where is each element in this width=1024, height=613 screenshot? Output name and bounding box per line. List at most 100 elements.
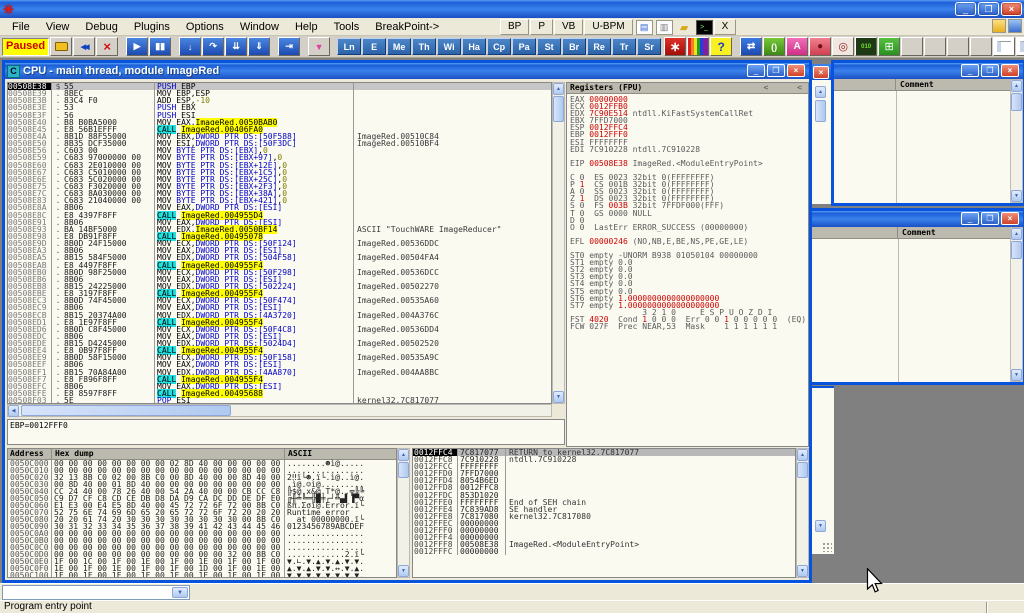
spiral-button[interactable]: ◎ (832, 37, 854, 56)
binary-button[interactable]: 010 (855, 37, 877, 56)
open-file-button[interactable] (50, 37, 72, 56)
ascii-mode-button[interactable]: A (786, 37, 808, 56)
register-line[interactable]: EIP 00508E38 ImageRed.<ModuleEntryPoint> (570, 160, 808, 167)
column-comment[interactable]: Comment (898, 227, 1023, 238)
menu-button-u-bpm[interactable]: U-BPM (584, 19, 632, 35)
cpu-window-titlebar[interactable]: C CPU - main thread, module ImageRed _ ❐… (5, 63, 809, 79)
help-button[interactable]: ? (710, 37, 732, 56)
step-into-button[interactable]: ↓ (179, 37, 201, 56)
folder-icon[interactable]: ▰ (676, 20, 693, 35)
register-line[interactable]: EDI 7C910228 ntdll.7C910228 (570, 146, 808, 153)
record-button[interactable]: ● (809, 37, 831, 56)
register-line[interactable]: FCW 027F Prec NEAR,53 Mask 1 1 1 1 1 1 (570, 323, 808, 330)
stack-row[interactable]: 0012FFFC00000000 (413, 548, 795, 555)
dump-header-ascii[interactable]: ASCII (285, 449, 396, 459)
window-mode-button[interactable]: ⊞ (878, 37, 900, 56)
scrollbar[interactable]: ▲ ▼ (1010, 227, 1023, 382)
scroll-up-icon[interactable]: ▲ (1011, 228, 1022, 240)
scrollbar-thumb[interactable] (815, 100, 826, 122)
register-line[interactable]: T 0 GS 0000 NULL (570, 210, 808, 217)
run-button[interactable]: ▶ (126, 37, 148, 56)
scroll-up-icon[interactable]: ▲ (797, 449, 808, 461)
console-icon[interactable]: >_ (696, 20, 713, 35)
dump-header-hex[interactable]: Hex dump (52, 449, 285, 459)
disassembly-scrollbar[interactable]: ▲ ▼ (552, 82, 565, 404)
info-pane[interactable]: EBP=0012FFF0 (7, 419, 565, 445)
window-button-th[interactable]: Th (412, 38, 436, 55)
minimize-icon[interactable]: _ (961, 212, 979, 225)
stack-pane[interactable]: 0012FFC47C817077RETURN to kernel32.7C817… (412, 448, 796, 578)
dump-row[interactable]: 0050C1001F 00 1F 00 1F 00 1F 00 1F 00 1F… (8, 572, 396, 578)
step-over-button[interactable]: ↷ (202, 37, 224, 56)
menu-item-view[interactable]: View (38, 19, 78, 35)
restore-button[interactable]: ❐ (978, 2, 999, 16)
panel-layout-button[interactable] (1016, 37, 1024, 56)
close-icon[interactable]: × (813, 66, 829, 79)
close-button[interactable]: × (1001, 2, 1022, 16)
minimize-icon[interactable]: _ (747, 64, 765, 77)
dump-pane[interactable]: Address Hex dump ASCII 0050C00000 00 00 … (7, 448, 397, 578)
scrollbar-thumb[interactable] (398, 462, 409, 478)
scroll-down-icon[interactable]: ▼ (1011, 369, 1022, 381)
close-icon[interactable]: × (787, 64, 805, 77)
notes-icon[interactable]: ▤ (636, 20, 653, 35)
scrollbar[interactable]: ▲ ▼ (1010, 79, 1023, 203)
disasm-row[interactable]: 00508E3B.83C4 F0ADD ESP,-10 (8, 97, 551, 104)
scroll-up-icon[interactable]: ▲ (553, 83, 564, 95)
menu-item-help[interactable]: Help (287, 19, 326, 35)
disassembly-hscrollbar[interactable]: ◀ (7, 404, 552, 417)
window-button-br[interactable]: Br (562, 38, 586, 55)
animate-into-button[interactable]: ⇊ (225, 37, 247, 56)
window-button-tr[interactable]: Tr (612, 38, 636, 55)
menu-item-tools[interactable]: Tools (326, 19, 368, 35)
minimize-icon[interactable]: _ (961, 64, 979, 77)
close-icon[interactable]: × (1001, 64, 1019, 77)
register-line[interactable]: EFL 00000246 (NO,NB,E,BE,NS,PE,GE,LE) (570, 238, 808, 245)
go-to-address-button[interactable]: ▼ (308, 37, 330, 56)
dump-header-address[interactable]: Address (8, 449, 52, 459)
restart-button[interactable]: ◀◀ (73, 37, 95, 56)
menu-item-plugins[interactable]: Plugins (126, 19, 178, 35)
scrollbar-thumb[interactable] (21, 405, 231, 416)
window-button-wi[interactable]: Wi (437, 38, 461, 55)
disasm-row[interactable]: 00508E3E.53PUSH EBX (8, 104, 551, 111)
scrollbar-thumb[interactable] (797, 462, 808, 478)
document-icon[interactable]: ▥ (656, 20, 673, 35)
window-button-me[interactable]: Me (387, 38, 411, 55)
minimize-button[interactable]: _ (955, 2, 976, 16)
appearance-button[interactable]: ∗ (664, 37, 686, 56)
disasm-row[interactable]: 00508F03.5EPOP ESIkernel32.7C817077 (8, 397, 551, 404)
registers-pane[interactable]: Registers (FPU) < < EAX 00000000ECX 0012… (566, 82, 809, 447)
registers-header-arrows[interactable]: < < (763, 83, 808, 93)
restore-icon[interactable]: ❐ (981, 212, 999, 225)
resize-grip[interactable] (822, 542, 832, 552)
comment-window-2-titlebar[interactable]: _ ❐ × (812, 211, 1023, 227)
chevron-down-icon[interactable]: ▼ (172, 587, 188, 598)
menu-button-vb[interactable]: VB (554, 19, 583, 35)
scroll-down-icon[interactable]: ▼ (398, 565, 409, 577)
window-button-pa[interactable]: Pa (512, 38, 536, 55)
scroll-down-icon[interactable]: ▼ (815, 520, 826, 532)
window-button-cp[interactable]: Cp (487, 38, 511, 55)
window-button-ln[interactable]: Ln (337, 38, 361, 55)
disasm-row[interactable]: 00508EFE.E8 8597F8FFCALL ImageRed.004956… (8, 390, 551, 397)
scroll-up-icon[interactable]: ▲ (1011, 80, 1022, 92)
empty-button[interactable] (901, 37, 923, 56)
scroll-left-icon[interactable]: ◀ (8, 405, 19, 417)
column-comment[interactable]: Comment (896, 79, 1023, 90)
restore-icon[interactable]: ❐ (981, 64, 999, 77)
comment-window-1-titlebar[interactable]: _ ❐ × (834, 63, 1023, 79)
stack-scrollbar[interactable]: ▲ ▼ (796, 448, 809, 578)
close-icon[interactable]: × (1001, 212, 1019, 225)
column-blank[interactable] (812, 227, 898, 238)
scroll-up-icon[interactable]: ▲ (815, 86, 826, 98)
disassembly-pane[interactable]: 00508E38$55PUSH EBP00508E39.8BECMOV EBP,… (7, 82, 552, 404)
empty-button[interactable] (970, 37, 992, 56)
menu-item-breakpoint[interactable]: BreakPoint-> (367, 19, 447, 35)
small-grid-icon[interactable] (1008, 19, 1022, 33)
execute-till-return-button[interactable]: ⇥ (278, 37, 300, 56)
window-button-st[interactable]: St (537, 38, 561, 55)
brackets-button[interactable]: () (763, 37, 785, 56)
register-line[interactable]: O 0 LastErr ERROR_SUCCESS (00000000) (570, 224, 808, 231)
window-button-re[interactable]: Re (587, 38, 611, 55)
